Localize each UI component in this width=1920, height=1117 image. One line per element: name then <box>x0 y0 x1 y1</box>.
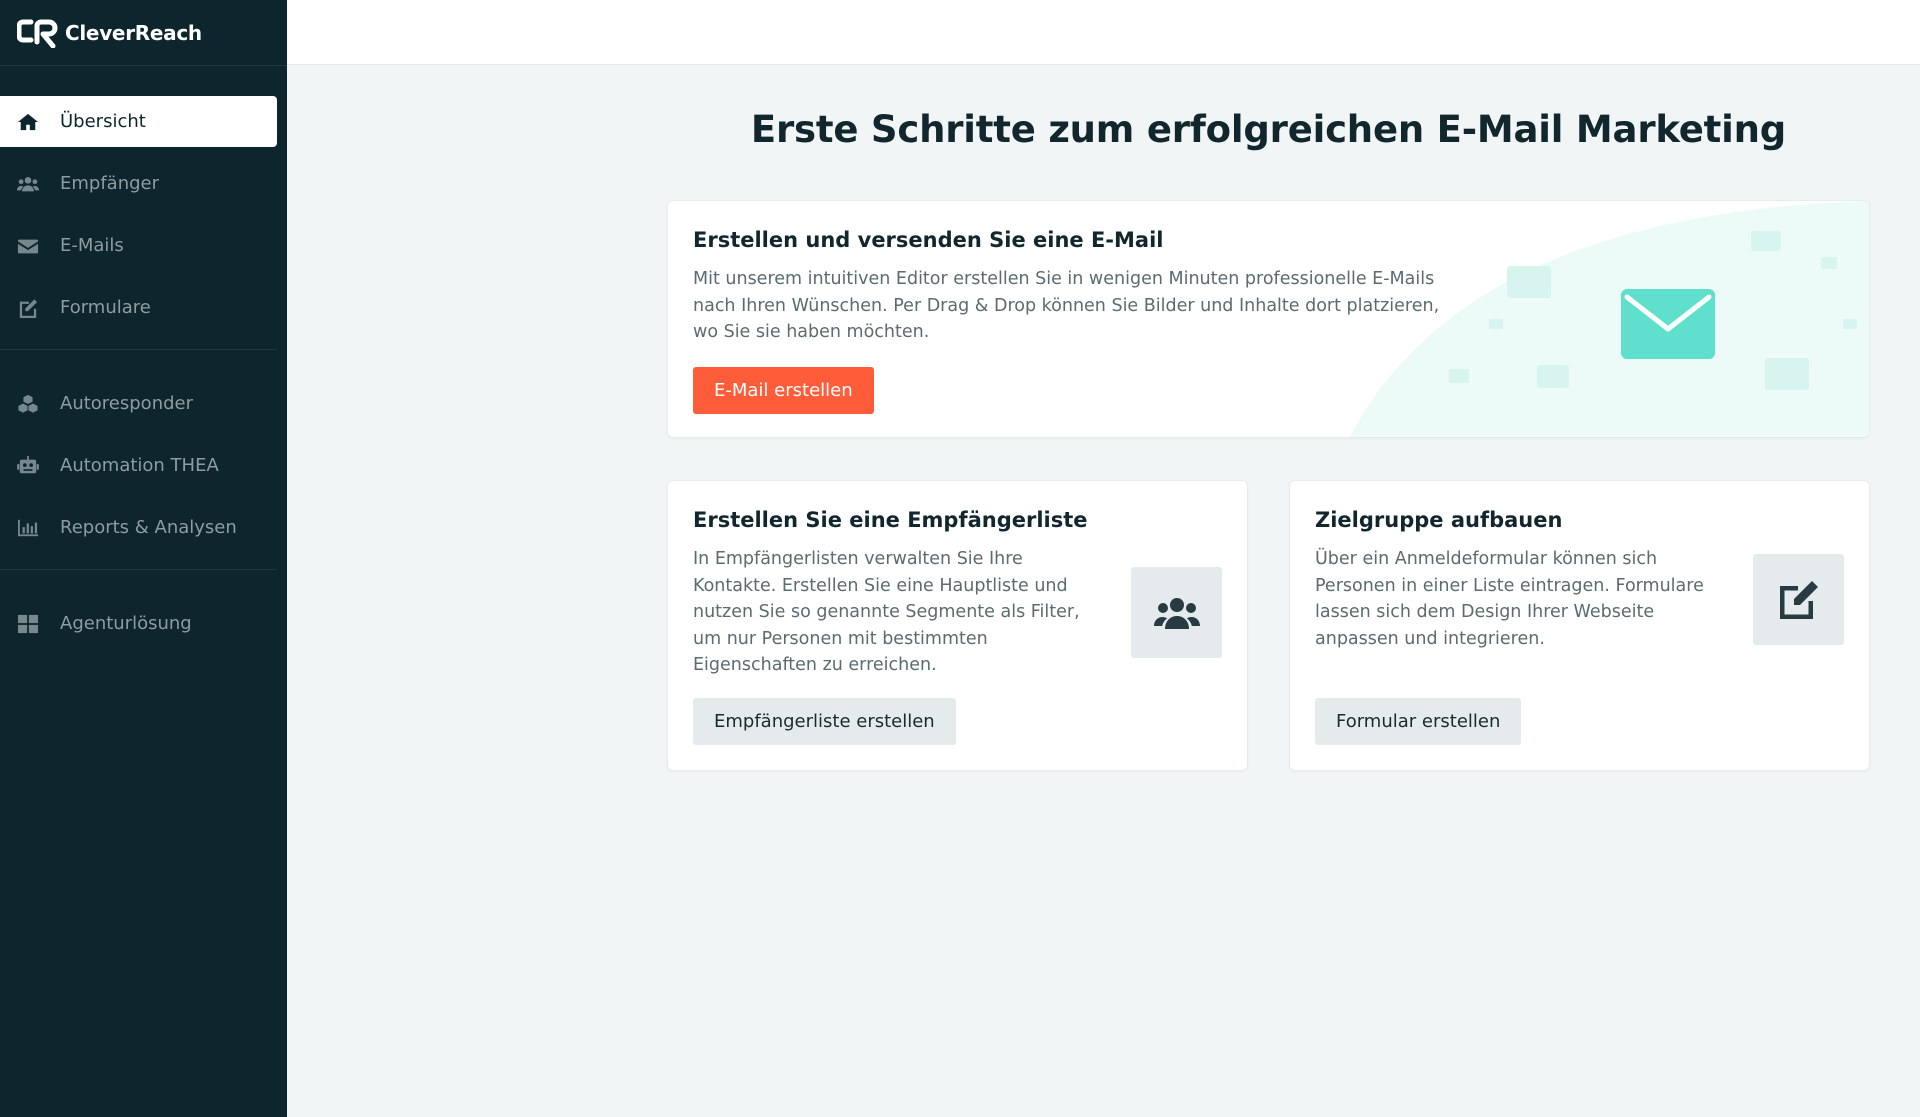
sidebar-item-reports[interactable]: Reports & Analysen <box>0 502 277 553</box>
robot-icon <box>15 455 41 477</box>
envelope-icon <box>1621 289 1715 359</box>
home-icon <box>15 111 41 133</box>
sidebar-item-automation-thea[interactable]: Automation THEA <box>0 440 277 491</box>
sidebar-item-label: Empfänger <box>60 173 160 194</box>
sidebar-item-label: Automation THEA <box>60 455 219 476</box>
sidebar-item-formulare[interactable]: Formulare <box>0 282 277 333</box>
users-icon <box>1153 597 1200 629</box>
sidebar-item-label: E-Mails <box>60 235 124 256</box>
audience-card-text: Über ein Anmeldeformular können sich Per… <box>1315 549 1704 649</box>
sidebar-item-label: Autoresponder <box>60 393 193 414</box>
sidebar-item-agenturloesung[interactable]: Agenturlösung <box>0 598 277 649</box>
envelope-icon <box>15 235 41 257</box>
sidebar-item-uebersicht[interactable]: Übersicht <box>0 96 277 147</box>
recipient-list-card-title: Erstellen Sie eine Empfängerliste <box>693 508 1088 532</box>
create-form-button[interactable]: Formular erstellen <box>1315 698 1522 745</box>
users-icon-box <box>1131 567 1222 658</box>
sidebar-item-autoresponder[interactable]: Autoresponder <box>0 378 277 429</box>
cleverreach-logo-icon <box>17 19 58 48</box>
chart-icon <box>15 517 41 539</box>
email-card: Erstellen und versenden Sie eine E-Mail … <box>667 200 1870 438</box>
sidebar-nav: Übersicht Empfänger E-Mails Formulare Au… <box>0 66 287 649</box>
sidebar-item-label: Formulare <box>60 297 151 318</box>
edit-icon <box>15 297 41 319</box>
sidebar-divider <box>0 349 277 350</box>
edit-icon-box <box>1753 554 1844 645</box>
sidebar: CleverReach Übersicht Empfänger E-Mails … <box>0 0 287 1117</box>
brand-name: CleverReach <box>65 20 202 45</box>
create-recipient-list-button[interactable]: Empfängerliste erstellen <box>693 698 956 745</box>
recipient-list-card: Erstellen Sie eine Empfängerliste In Emp… <box>667 480 1248 771</box>
sidebar-item-label: Reports & Analysen <box>60 517 237 538</box>
grid-icon <box>15 613 41 635</box>
sidebar-item-label: Agenturlösung <box>60 613 192 634</box>
email-card-text: Mit unserem intuitiven Editor erstellen … <box>693 269 1440 342</box>
top-bar <box>287 0 1920 65</box>
create-email-button[interactable]: E-Mail erstellen <box>693 366 874 414</box>
recipient-list-card-text: In Empfängerlisten verwalten Sie Ihre Ko… <box>693 549 1080 675</box>
email-illustration <box>1350 201 1869 437</box>
audience-card-title: Zielgruppe aufbauen <box>1315 508 1563 532</box>
users-icon <box>15 173 41 195</box>
sidebar-item-label: Übersicht <box>60 111 146 132</box>
sidebar-item-empfaenger[interactable]: Empfänger <box>0 158 277 209</box>
edit-icon <box>1779 580 1818 619</box>
page-title: Erste Schritte zum erfolgreichen E-Mail … <box>750 108 1787 151</box>
sidebar-item-emails[interactable]: E-Mails <box>0 220 277 271</box>
audience-card: Zielgruppe aufbauen Über ein Anmeldeform… <box>1289 480 1870 771</box>
sidebar-divider <box>0 569 277 570</box>
brand-logo[interactable]: CleverReach <box>0 0 287 66</box>
cubes-icon <box>15 393 41 415</box>
